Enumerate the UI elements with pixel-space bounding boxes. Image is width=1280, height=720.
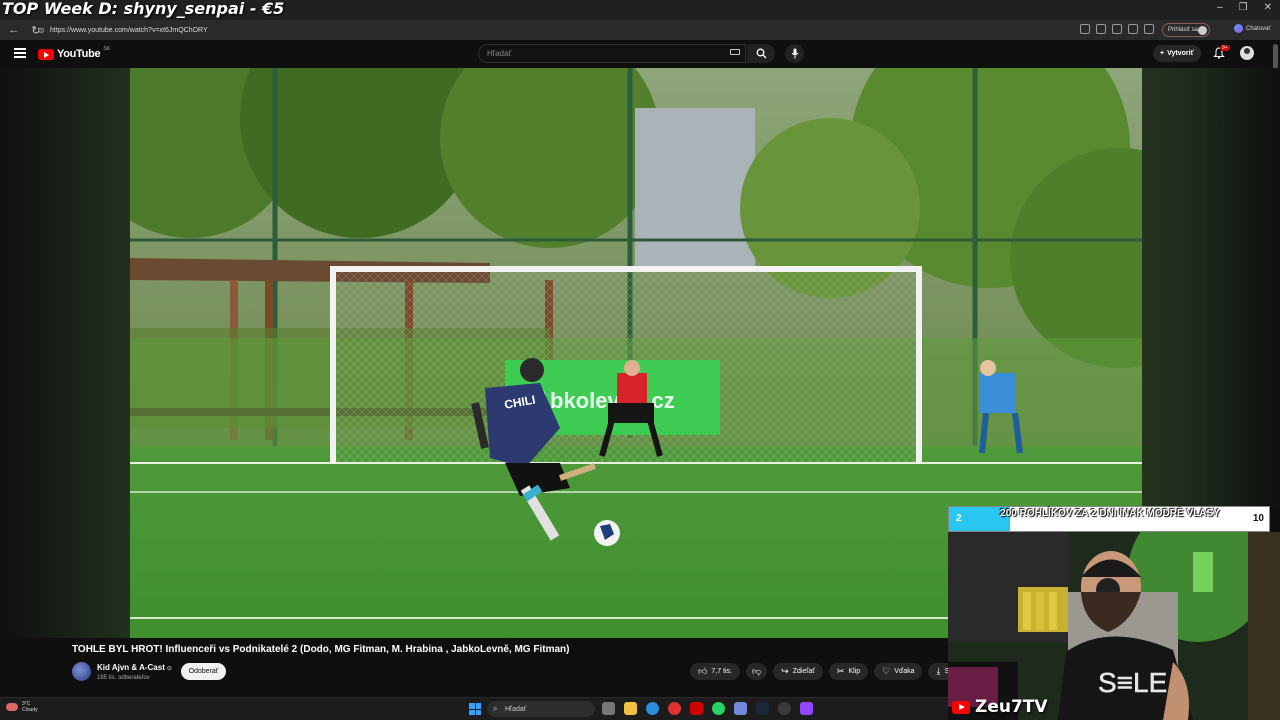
youtube-logo[interactable]: YouTube SK <box>38 46 110 60</box>
video-actions: 👍︎ 7,7 tis. 👎︎ ↪ Zdieľať ✂ Klip ♡ Vďaka … <box>690 663 965 680</box>
ambient-glow-left <box>0 68 130 638</box>
voice-search-button[interactable] <box>785 44 804 63</box>
subgoal-text: 200 ROHLÍKOV ZA 2 DNI INAK MODRÉ VLASY <box>1000 508 1220 519</box>
youtube-app-icon[interactable] <box>690 702 703 715</box>
copilot-chat-button[interactable]: Chatovať <box>1234 24 1271 33</box>
subgoal-end-value: 10 <box>1252 513 1264 524</box>
streamer-webcam: S≡LE <box>948 532 1280 720</box>
app-icon[interactable] <box>778 702 791 715</box>
svg-text:S≡LE: S≡LE <box>1098 667 1167 698</box>
browser-addressbar: ← ↻ ⊜ https://www.youtube.com/watch?v=xt… <box>0 20 1280 40</box>
search-icon: ⌕ <box>493 704 498 713</box>
taskbar-search-input[interactable]: ⌕ Hľadať <box>487 701 595 717</box>
screen: { "overlay": { "top_banner": "TOP Week D… <box>0 0 1280 720</box>
keyboard-icon[interactable] <box>730 49 740 55</box>
profile-signin-button[interactable]: Prihlásiť sa <box>1162 23 1210 37</box>
notification-count-badge: 9+ <box>1220 45 1230 51</box>
scissors-icon: ✂ <box>836 666 845 676</box>
dislike-button[interactable]: 👎︎ <box>746 663 768 680</box>
search-icon <box>756 48 766 59</box>
youtube-logo-icon <box>952 700 970 714</box>
windows-start-icon[interactable] <box>469 703 481 715</box>
verified-icon: ⊙ <box>166 666 172 672</box>
extension-icon[interactable] <box>1096 24 1106 34</box>
discord-icon[interactable] <box>734 702 747 715</box>
youtube-play-icon <box>38 48 54 60</box>
thumbs-up-icon: 👍︎ <box>698 666 708 676</box>
weather-widget[interactable]: 3°C Cloudy <box>6 701 38 713</box>
favorite-icon[interactable] <box>1112 24 1122 34</box>
thumbs-down-icon: 👎︎ <box>752 666 762 676</box>
share-button[interactable]: ↪ Zdieľať <box>773 663 823 680</box>
download-icon: ⤓ <box>936 666 941 676</box>
hamburger-menu-icon[interactable] <box>14 48 26 58</box>
subgoal-progress-bar: 2 200 ROHLÍKOV ZA 2 DNI INAK MODRÉ VLASY… <box>948 506 1270 532</box>
channel-avatar[interactable] <box>72 662 91 681</box>
extension-icon[interactable] <box>1128 24 1138 34</box>
channel-name[interactable]: Kid Ajvn & A-Cast ⊙ <box>97 663 172 672</box>
back-icon[interactable]: ← <box>6 22 22 38</box>
twitch-icon[interactable] <box>800 702 813 715</box>
share-icon: ↪ <box>781 666 789 676</box>
create-button[interactable]: + Vytvoriť <box>1153 45 1201 62</box>
close-icon[interactable]: ✕ <box>1264 2 1272 13</box>
collections-icon[interactable] <box>1144 24 1154 34</box>
url-text: https://www.youtube.com/watch?v=xt6JmQCh… <box>50 26 208 34</box>
search-button[interactable] <box>747 44 775 63</box>
url-field[interactable]: ⊜ https://www.youtube.com/watch?v=xt6JmQ… <box>38 23 1078 37</box>
subgoal-start-value: 2 <box>956 513 962 524</box>
clip-button[interactable]: ✂ Klip <box>828 663 869 680</box>
webcam-frame: S≡LE <box>948 532 1280 720</box>
red-app-icon[interactable] <box>668 702 681 715</box>
top-week-banner: TOP Week D: shyny_senpai - €5 <box>2 0 285 18</box>
minimize-icon[interactable]: – <box>1217 2 1223 13</box>
weather-cloud-icon <box>6 703 18 711</box>
subscribe-button[interactable]: Odoberať <box>181 663 226 680</box>
browser-titlebar: TOP Week D: shyny_senpai - €5 – ❐ ✕ <box>0 0 1280 20</box>
taskbar-apps <box>602 702 813 715</box>
steam-icon[interactable] <box>756 702 769 715</box>
ambient-glow-right <box>1142 68 1280 508</box>
task-view-icon[interactable] <box>602 702 615 715</box>
extension-icons <box>1080 24 1154 34</box>
window-controls: – ❐ ✕ <box>1217 2 1272 13</box>
extension-icon[interactable] <box>1080 24 1090 34</box>
video-title: TOHLE BYL HROT! Influenceři vs Podnikate… <box>72 644 570 655</box>
heart-dollar-icon: ♡ <box>882 666 891 676</box>
account-avatar[interactable] <box>1240 46 1254 60</box>
microphone-icon <box>791 48 798 59</box>
like-button[interactable]: 👍︎ 7,7 tis. <box>690 663 741 680</box>
streamer-name-tag: Zeu7TV <box>952 697 1048 717</box>
file-explorer-icon[interactable] <box>624 702 637 715</box>
restore-icon[interactable]: ❐ <box>1239 2 1248 13</box>
whatsapp-icon[interactable] <box>712 702 725 715</box>
youtube-header: YouTube SK Hľadať + Vytvoriť 9+ <box>0 40 1280 68</box>
copilot-icon <box>1234 24 1243 33</box>
thanks-button[interactable]: ♡ Vďaka <box>874 663 923 680</box>
search-input[interactable]: Hľadať <box>478 44 746 63</box>
plus-icon: + <box>1160 50 1165 57</box>
edge-icon[interactable] <box>646 702 659 715</box>
subscriber-count: 185 tis. odberateľov <box>97 675 150 681</box>
site-info-icon[interactable]: ⊜ <box>38 26 50 35</box>
profile-avatar-icon <box>1198 26 1207 35</box>
